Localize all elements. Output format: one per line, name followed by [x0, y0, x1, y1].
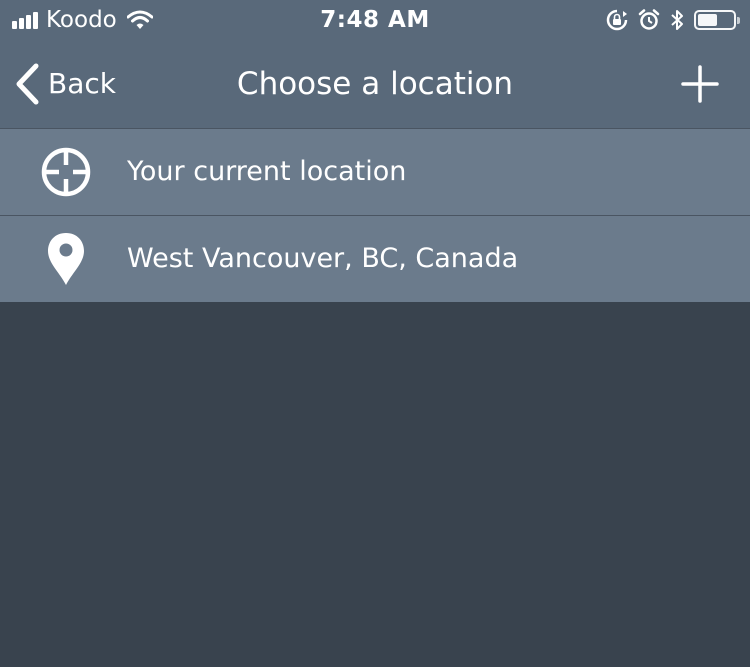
battery-level: [698, 14, 717, 26]
rotation-lock-icon: [606, 9, 628, 31]
plus-icon: [681, 65, 719, 103]
status-right: [596, 8, 740, 32]
location-label: Your current location: [127, 156, 407, 187]
top-bar: Koodo 7:48 AM Back Choose a location: [0, 0, 750, 128]
status-bar: Koodo 7:48 AM: [0, 0, 750, 40]
bluetooth-icon: [670, 9, 684, 31]
location-item-current[interactable]: Your current location: [0, 128, 750, 215]
alarm-icon: [638, 9, 660, 31]
crosshair-icon: [38, 144, 94, 200]
back-label: Back: [48, 67, 116, 100]
nav-bar: Back Choose a location: [0, 40, 750, 128]
location-list: Your current location West Vancouver, BC…: [0, 128, 750, 302]
location-item-west-vancouver[interactable]: West Vancouver, BC, Canada: [0, 215, 750, 302]
map-pin-icon: [38, 231, 94, 287]
back-button[interactable]: Back: [14, 62, 116, 106]
battery-icon: [694, 10, 740, 30]
location-label: West Vancouver, BC, Canada: [127, 243, 519, 274]
chevron-left-icon: [14, 63, 40, 105]
add-location-button[interactable]: [680, 64, 720, 104]
